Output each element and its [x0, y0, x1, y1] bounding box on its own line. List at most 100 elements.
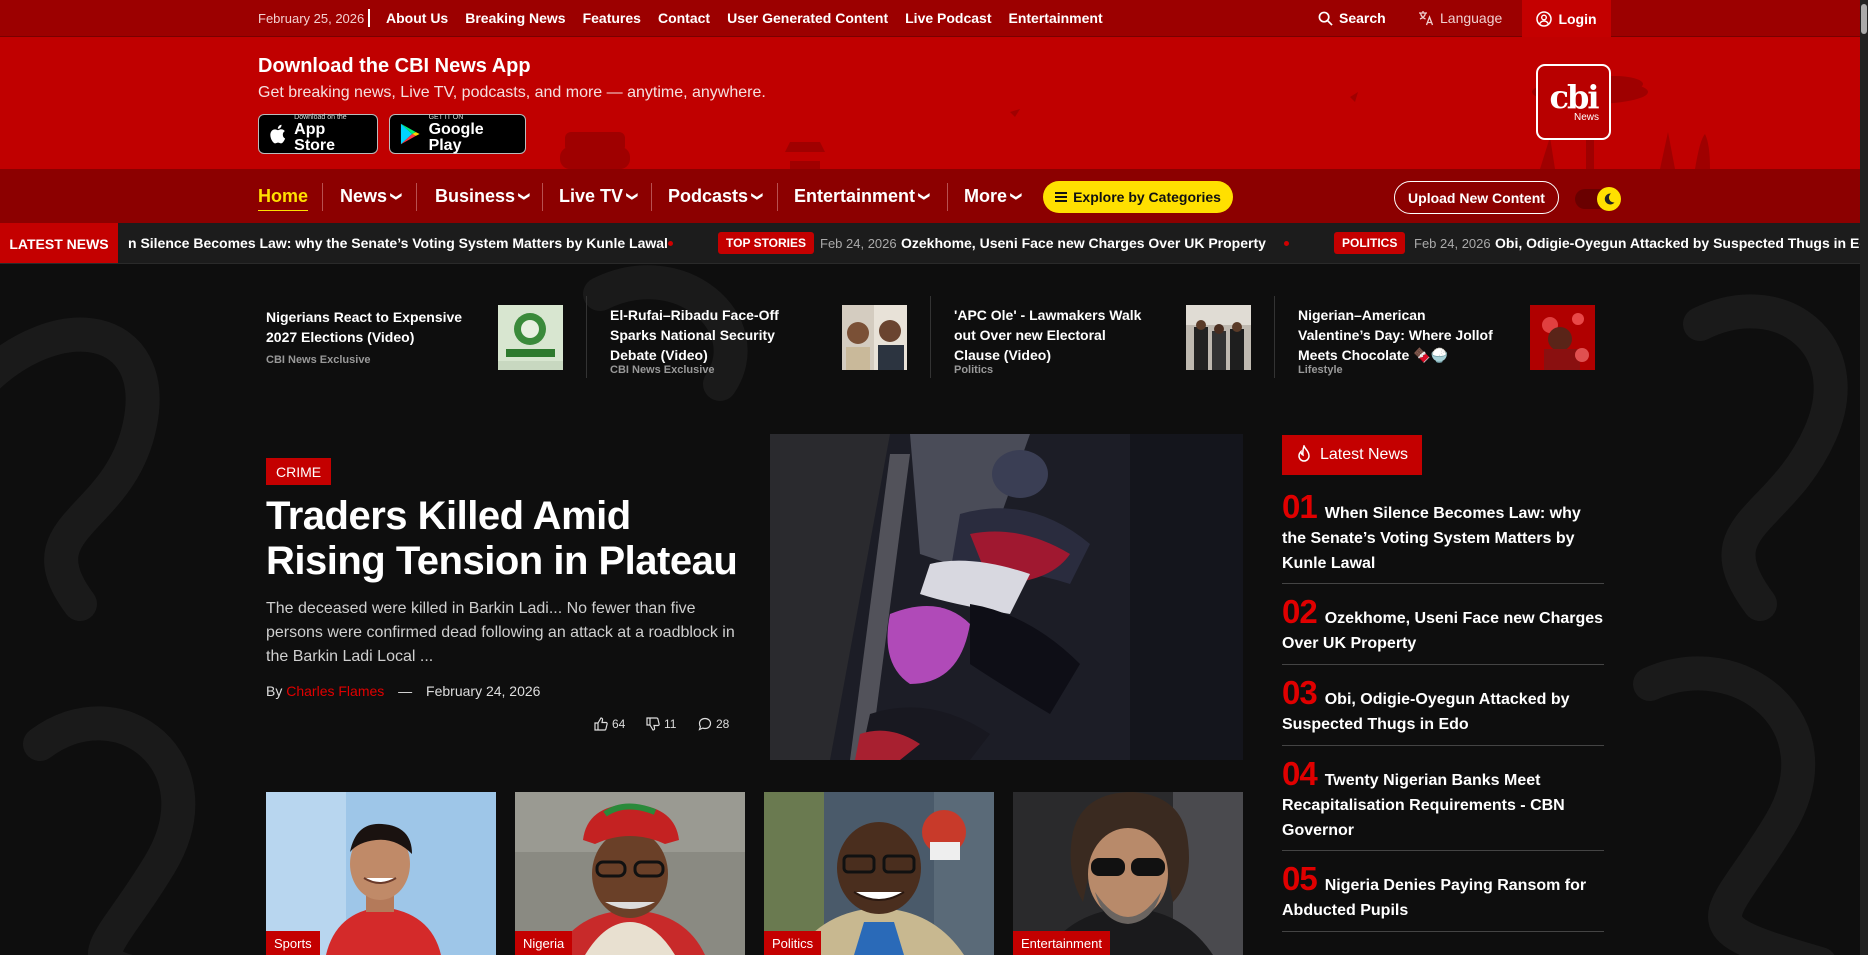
top-story-title[interactable]: Nigerian–American Valentine’s Day: Where…	[1298, 305, 1498, 365]
nav-podcasts-label: Podcasts	[668, 186, 749, 206]
top-story-title[interactable]: El-Rufai–Ribadu Face-Off Sparks National…	[610, 305, 810, 365]
app-store-button[interactable]: Download on the App Store	[258, 114, 378, 154]
top-story-card[interactable]: Nigerian–American Valentine’s Day: Where…	[1298, 295, 1598, 380]
featured-headline[interactable]: Traders Killed Amid Rising Tension in Pl…	[266, 494, 746, 584]
about-us-link[interactable]: About Us	[386, 10, 448, 26]
dark-mode-toggle[interactable]	[1575, 187, 1621, 211]
story-card[interactable]: Nigeria	[515, 792, 745, 955]
latest-news-title[interactable]: Obi, Odigie-Oyegun Attacked by Suspected…	[1282, 691, 1570, 733]
nav-podcasts[interactable]: Podcasts ❯	[668, 186, 763, 207]
nav-entertainment-label: Entertainment	[794, 186, 916, 206]
upload-label: Upload New Content	[1408, 189, 1545, 206]
ticker-item[interactable]: n Silence Becomes Law: why the Senate’s …	[128, 235, 668, 251]
top-story-category: CBI News Exclusive	[610, 364, 715, 376]
latest-news-item[interactable]: 02 Ozekhome, Useni Face new Charges Over …	[1282, 593, 1604, 665]
nav-news[interactable]: News ❯	[340, 186, 402, 207]
story-card[interactable]: Politics	[764, 792, 994, 955]
ticker-badge[interactable]: POLITICS	[1334, 232, 1406, 254]
dislike-count: 11	[664, 717, 677, 731]
latest-news-title[interactable]: Ozekhome, Useni Face new Charges Over UK…	[1282, 610, 1603, 652]
card-category-badge[interactable]: Nigeria	[515, 931, 573, 955]
top-story-title[interactable]: 'APC Ole' - Lawmakers Walk out Over new …	[954, 305, 1154, 365]
google-play-icon	[400, 123, 420, 145]
latest-news-title[interactable]: Nigeria Denies Paying Ransom for Abducte…	[1282, 877, 1586, 919]
nav-divider	[777, 183, 778, 211]
user-generated-content-link[interactable]: User Generated Content	[727, 10, 888, 26]
search-button[interactable]: Search	[1318, 10, 1386, 26]
featured-meta: By Charles Flames — February 24, 2026	[266, 683, 540, 699]
nav-divider	[651, 183, 652, 211]
dislike-button[interactable]: 11	[646, 717, 676, 731]
upload-new-content-button[interactable]: Upload New Content	[1394, 181, 1559, 214]
divider	[368, 9, 370, 27]
top-story-card[interactable]: Nigerians React to Expensive 2027 Electi…	[266, 295, 566, 380]
featured-image[interactable]	[770, 434, 1243, 760]
rank-number: 05	[1282, 860, 1318, 897]
google-play-big-text: Google Play	[428, 121, 484, 154]
current-date: February 25, 2026	[258, 11, 365, 26]
latest-news-item[interactable]: 04 Twenty Nigerian Banks Meet Recapitalis…	[1282, 755, 1604, 851]
like-button[interactable]: 64	[594, 717, 625, 731]
ticker-badge[interactable]: TOP STORIES	[718, 232, 815, 254]
nav-home[interactable]: Home	[258, 186, 308, 207]
nav-divider	[947, 183, 948, 211]
latest-news-heading-label: Latest News	[1319, 446, 1409, 463]
publish-date: February 24, 2026	[426, 683, 541, 699]
live-podcast-link[interactable]: Live Podcast	[905, 10, 991, 26]
rank-number: 02	[1282, 593, 1318, 630]
logo-sub-text: News	[1573, 111, 1599, 123]
card-category-badge[interactable]: Politics	[764, 931, 822, 955]
latest-news-item[interactable]: 03 Obi, Odigie-Oyegun Attacked by Suspect…	[1282, 674, 1604, 746]
nav-more-label: More	[964, 186, 1008, 206]
story-card[interactable]: Sports	[266, 792, 496, 955]
card-category-badge[interactable]: Sports	[266, 931, 320, 955]
ticker-date: Feb 24, 2026	[820, 236, 897, 251]
latest-news-item[interactable]: 05 Nigeria Denies Paying Ransom for Abduc…	[1282, 860, 1604, 932]
nav-home-label: Home	[258, 186, 309, 206]
search-icon	[1318, 11, 1333, 26]
cbi-news-logo[interactable]: cbi News	[1536, 64, 1611, 140]
latest-news-title[interactable]: Twenty Nigerian Banks Meet Recapitalisat…	[1282, 772, 1565, 839]
nav-live-tv[interactable]: Live TV ❯	[559, 186, 639, 207]
author-link[interactable]: Charles Flames	[286, 683, 384, 699]
top-story-card[interactable]: El-Rufai–Ribadu Face-Off Sparks National…	[610, 295, 910, 380]
google-play-text: GET IT ON Google Play	[429, 114, 515, 154]
logo-main-text: cbi	[1549, 77, 1599, 116]
page-scrollbar[interactable]	[1860, 0, 1868, 955]
ticker-dot	[668, 241, 673, 246]
search-label: Search	[1339, 10, 1386, 26]
login-button[interactable]: Login	[1522, 0, 1611, 37]
chevron-down-icon: ❯	[626, 191, 639, 202]
latest-news-title[interactable]: When Silence Becomes Law: why the Senate…	[1282, 505, 1581, 572]
breaking-news-link[interactable]: Breaking News	[465, 10, 565, 26]
explore-categories-button[interactable]: Explore by Categories	[1043, 181, 1233, 213]
card-category-badge[interactable]: Entertainment	[1013, 931, 1110, 955]
by-label: By	[266, 683, 283, 699]
user-icon	[1536, 10, 1553, 27]
explore-label: Explore by Categories	[1073, 189, 1221, 205]
top-story-title[interactable]: Nigerians React to Expensive 2027 Electi…	[266, 307, 466, 347]
featured-description: The deceased were killed in Barkin Ladi.…	[266, 600, 735, 665]
nav-divider	[322, 183, 323, 211]
language-button[interactable]: Language	[1418, 10, 1502, 26]
rank-number: 04	[1282, 755, 1318, 792]
contact-link[interactable]: Contact	[658, 10, 710, 26]
language-label: Language	[1440, 10, 1503, 26]
google-play-button[interactable]: GET IT ON Google Play	[389, 114, 526, 154]
comments-button[interactable]: 28	[698, 717, 729, 731]
nav-more[interactable]: More ❯	[964, 186, 1022, 207]
app-store-big-text: App Store	[294, 121, 336, 154]
entertainment-link[interactable]: Entertainment	[1009, 10, 1103, 26]
features-link[interactable]: Features	[583, 10, 641, 26]
top-story-card[interactable]: 'APC Ole' - Lawmakers Walk out Over new …	[954, 295, 1254, 380]
nav-business[interactable]: Business ❯	[435, 186, 530, 207]
flame-icon	[1298, 445, 1310, 462]
nav-entertainment[interactable]: Entertainment ❯	[794, 186, 930, 207]
ticker-item[interactable]: Ozekhome, Useni Face new Charges Over UK…	[901, 235, 1266, 251]
scrollbar-thumb[interactable]	[1861, 4, 1867, 34]
category-badge[interactable]: CRIME	[266, 458, 332, 485]
ticker-label: LATEST NEWS	[0, 223, 118, 263]
latest-news-item[interactable]: 01 When Silence Becomes Law: why the Sena…	[1282, 488, 1604, 584]
ticker-item[interactable]: Obi, Odigie-Oyegun Attacked by Suspected…	[1495, 235, 1868, 251]
story-card[interactable]: Entertainment	[1013, 792, 1243, 955]
